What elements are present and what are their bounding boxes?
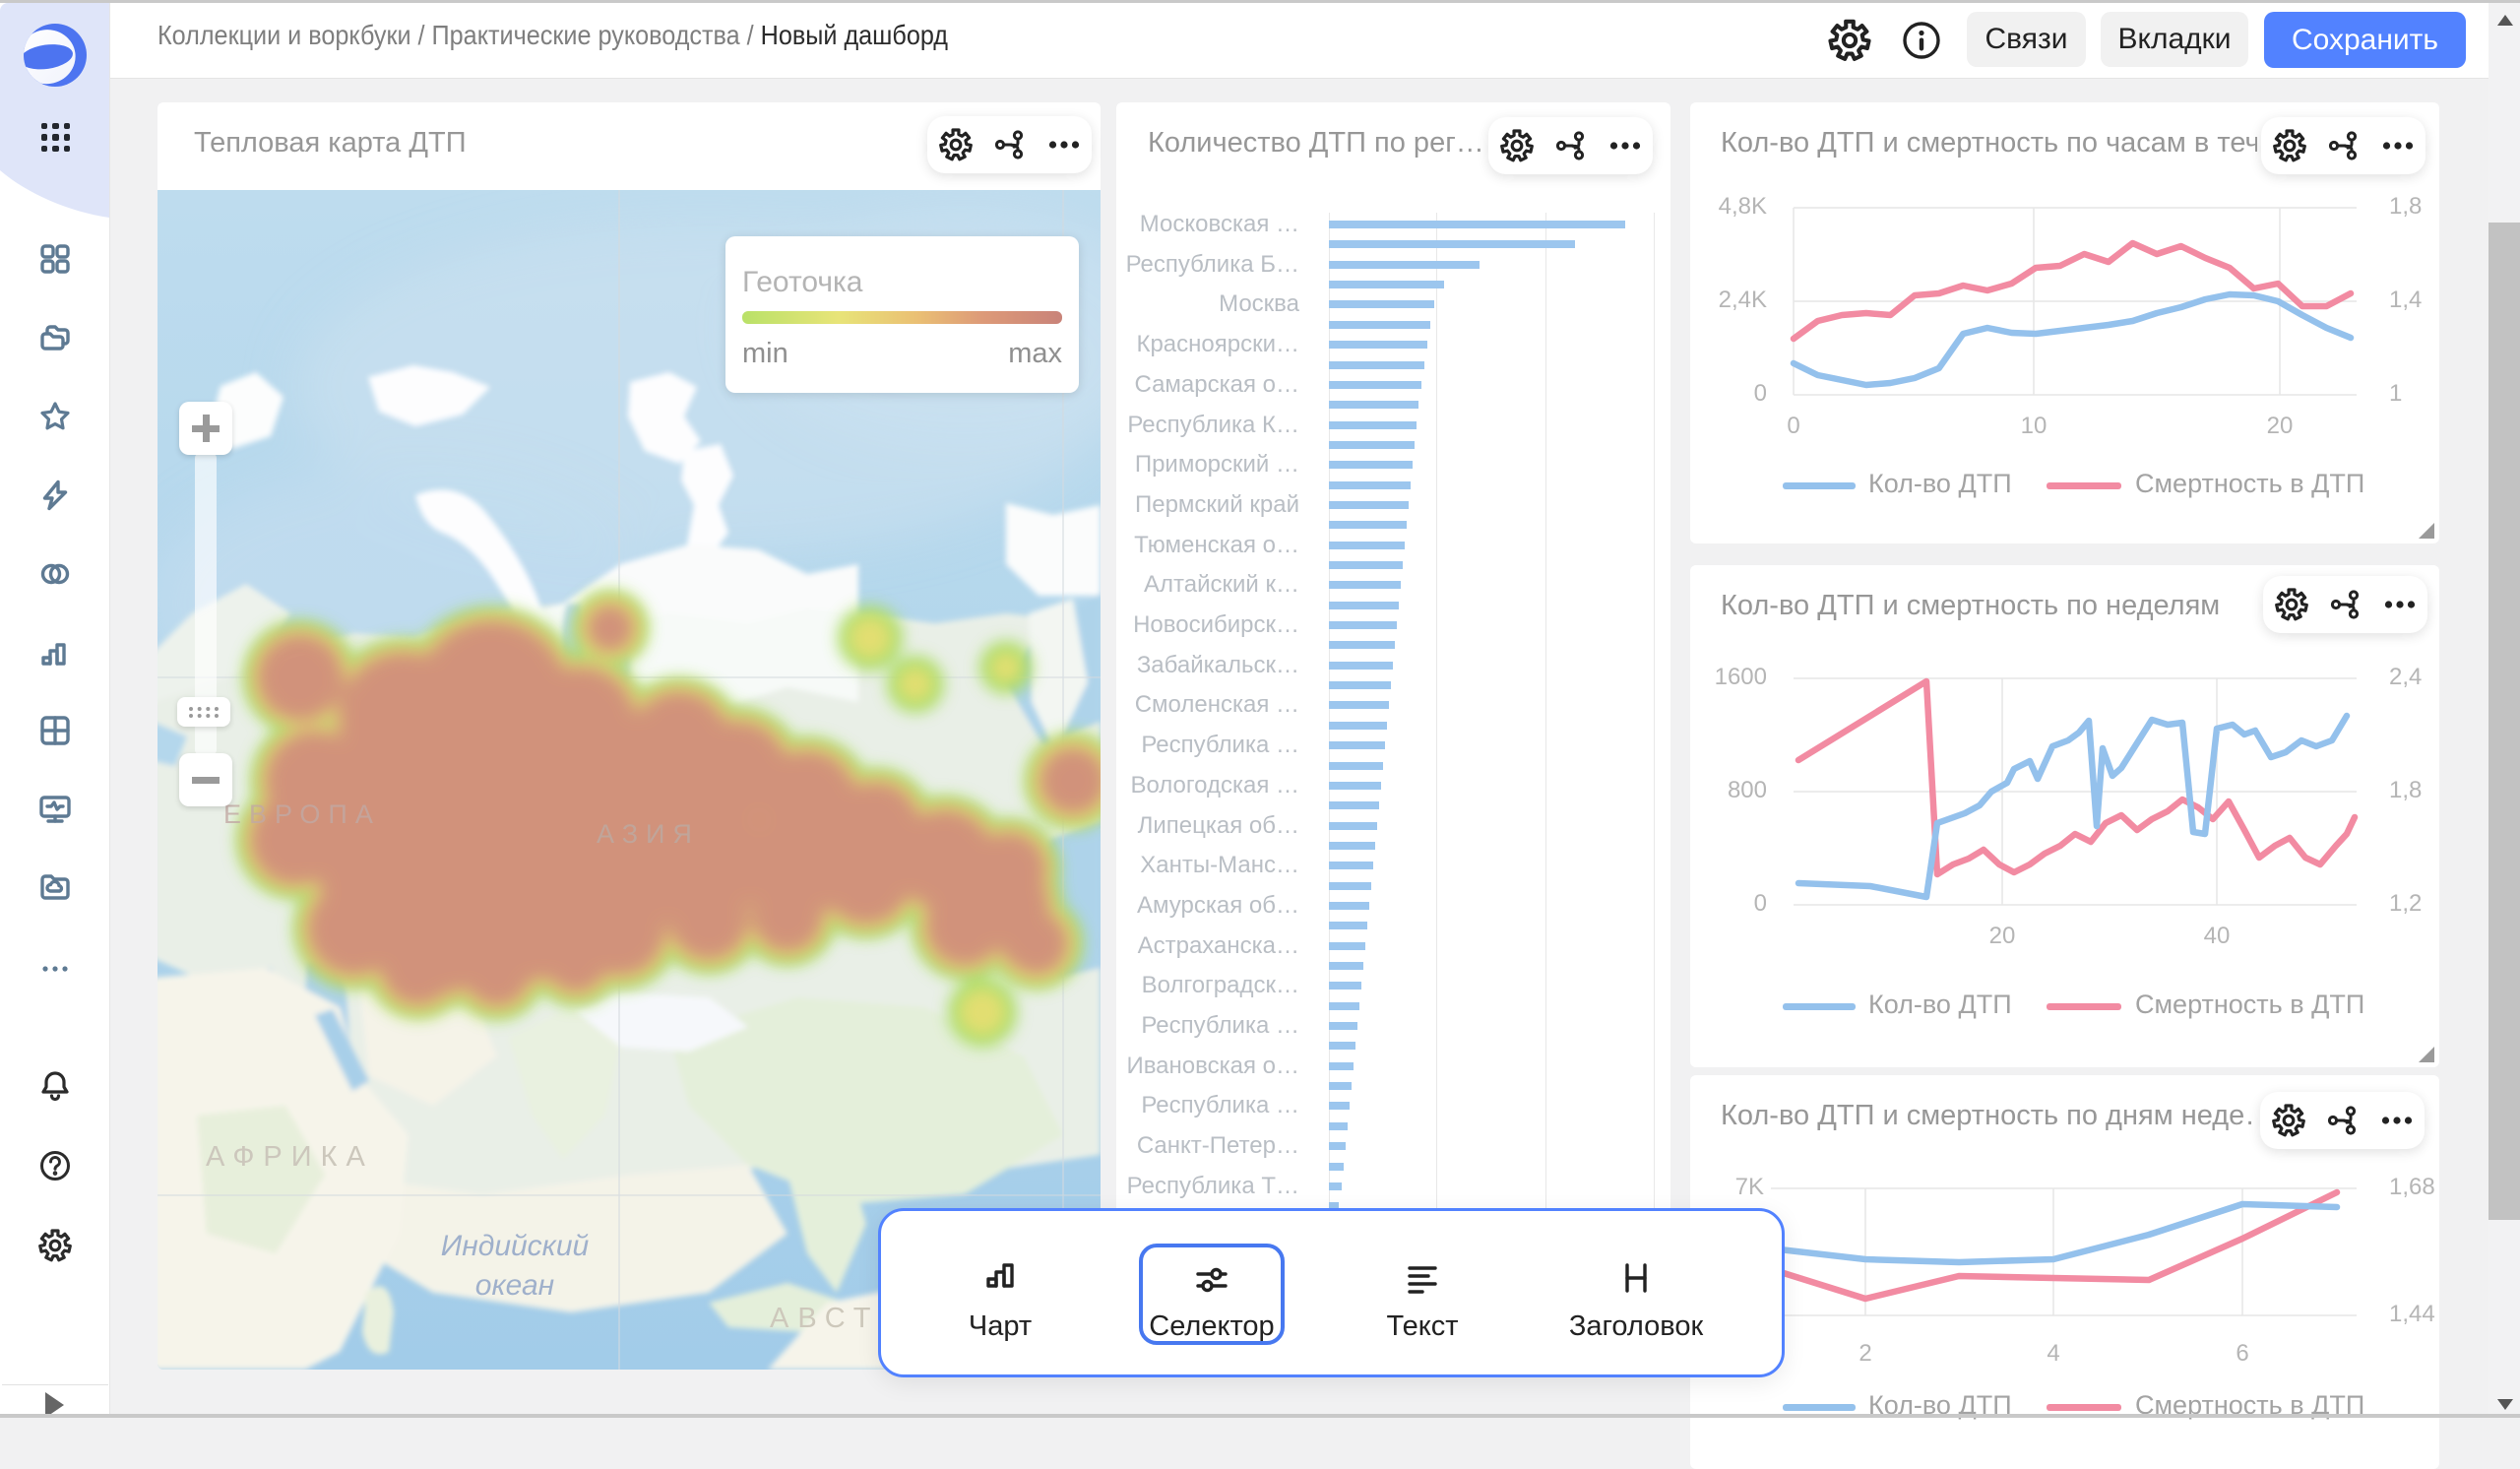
svg-text:ЕВРОПА: ЕВРОПА: [223, 799, 381, 829]
svg-text:АЗИЯ: АЗИЯ: [597, 819, 700, 849]
svg-text:океан: океан: [475, 1269, 554, 1302]
svg-text:Индийский: Индийский: [441, 1230, 590, 1262]
svg-text:АФРИКА: АФРИКА: [206, 1141, 374, 1173]
